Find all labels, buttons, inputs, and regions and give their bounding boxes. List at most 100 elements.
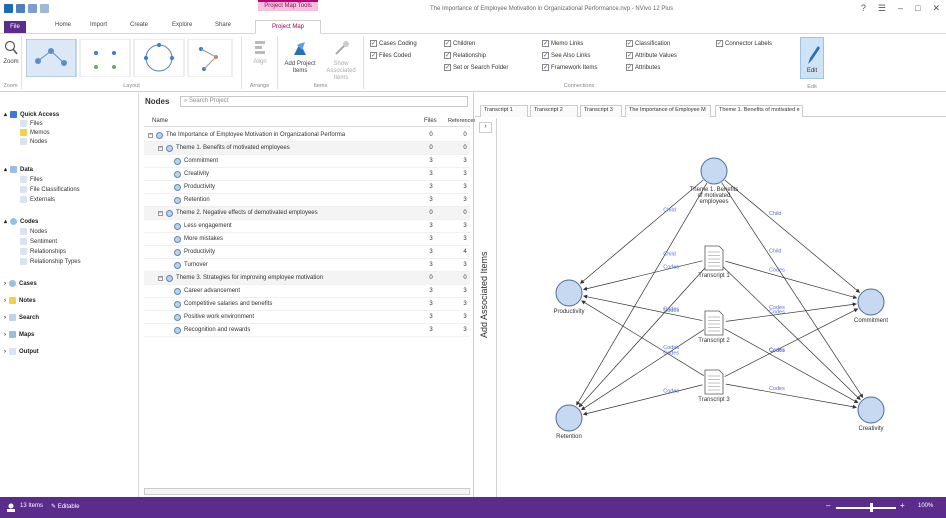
table-row-root[interactable]: – The Importance of Employee Motivation i… <box>144 129 470 142</box>
nav-notes[interactable]: › Notes <box>4 297 36 304</box>
map-connector[interactable] <box>583 294 703 321</box>
nav-qa-memos[interactable]: Memos <box>20 129 50 136</box>
zoom-button[interactable]: Zoom <box>2 40 20 66</box>
minimize-icon[interactable]: – <box>898 3 903 14</box>
table-row[interactable]: More mistakes 3 3 <box>144 233 470 246</box>
add-project-items-button[interactable]: Add Project Items <box>282 40 318 75</box>
table-row[interactable]: Less engagement 3 3 <box>144 220 470 233</box>
memo-links-checkbox[interactable]: ✓ Memo Links <box>542 40 583 47</box>
nav-quick-access[interactable]: ▴ Quick Access <box>4 111 59 118</box>
map-connector[interactable] <box>578 266 707 408</box>
collapse-icon[interactable]: – <box>158 275 163 281</box>
map-connector[interactable] <box>582 384 703 416</box>
map-connector[interactable] <box>725 383 857 409</box>
map-connector[interactable] <box>722 266 861 401</box>
table-row[interactable]: Recognition and rewards 3 3 <box>144 324 470 337</box>
tab-explore[interactable]: Explore <box>172 22 192 28</box>
files-coded-checkbox[interactable]: ✓ Files Coded <box>370 52 411 59</box>
close-icon[interactable]: ✕ <box>932 3 940 14</box>
connector-labels-checkbox[interactable]: ✓ Connector Labels <box>716 40 772 47</box>
collapse-icon[interactable]: – <box>158 210 163 216</box>
set-or-search-folder-checkbox[interactable]: ✓ Set or Search Folder <box>444 64 508 71</box>
zoom-slider[interactable] <box>836 507 896 509</box>
collapse-icon[interactable]: – <box>158 145 163 151</box>
table-row[interactable]: Retention 3 3 <box>144 194 470 207</box>
map-node-productivity[interactable] <box>555 279 583 307</box>
map-document-t1[interactable] <box>704 245 724 271</box>
tab-home[interactable]: Home <box>55 22 71 28</box>
table-row[interactable]: Commitment 3 3 <box>144 155 470 168</box>
col-files-header[interactable]: Files <box>424 118 437 124</box>
nav-data[interactable]: ▴ Data <box>4 166 33 173</box>
map-connector[interactable] <box>724 328 859 404</box>
map-node-commitment[interactable] <box>857 288 885 316</box>
ribbon-display-icon[interactable]: ☰ <box>878 3 886 14</box>
col-name-header[interactable]: Name <box>152 118 168 124</box>
maximize-icon[interactable]: □ <box>915 3 920 14</box>
col-references-header[interactable]: References <box>448 118 476 124</box>
table-row[interactable]: Turnover 3 3 <box>144 259 470 272</box>
save-icon[interactable] <box>16 4 25 13</box>
table-row[interactable]: Productivity 3 3 <box>144 181 470 194</box>
search-project-input[interactable]: ⌕ Search Project <box>180 96 468 107</box>
doc-tab[interactable]: Transcript 1 <box>480 105 528 117</box>
attribute-values-checkbox[interactable]: ✓ Attribute Values <box>626 52 677 59</box>
nav-codes[interactable]: ▴ Codes <box>4 218 38 225</box>
show-associated-items-button[interactable]: Show Associated Items <box>322 40 360 82</box>
tab-import[interactable]: Import <box>90 22 107 28</box>
zoom-in-icon[interactable]: + <box>900 501 905 510</box>
nav-externals[interactable]: Externals <box>20 196 55 203</box>
doc-tab[interactable]: Theme 1. Benefits of motivated e <box>715 105 803 117</box>
redo-icon[interactable] <box>40 4 49 13</box>
zoom-slider-thumb[interactable] <box>870 503 873 512</box>
table-row[interactable]: Career advancement 3 3 <box>144 285 470 298</box>
nav-output[interactable]: › Output <box>4 348 39 355</box>
project-map-canvas[interactable]: ChildChildChild ChildCodesCodesCodes Codes… <box>497 118 946 497</box>
map-connector[interactable] <box>724 179 861 293</box>
classification-checkbox[interactable]: ✓ Classification <box>626 40 670 47</box>
map-connector[interactable] <box>721 182 864 399</box>
nav-sentiment[interactable]: Sentiment <box>20 238 57 245</box>
align-button[interactable]: Align <box>248 40 272 66</box>
nav-qa-files[interactable]: Files <box>20 120 43 127</box>
table-row[interactable]: Creativity 3 3 <box>144 168 470 181</box>
table-row[interactable]: Productivity 3 4 <box>144 246 470 259</box>
map-connector[interactable] <box>579 179 704 284</box>
nav-file-classifications[interactable]: File Classifications <box>20 186 80 193</box>
map-connector[interactable] <box>576 182 708 406</box>
help-icon[interactable]: ? <box>861 3 866 14</box>
tab-file[interactable]: File <box>4 21 26 33</box>
framework-items-checkbox[interactable]: ✓ Framework Items <box>542 64 597 71</box>
table-row[interactable]: Positive work environment 3 3 <box>144 311 470 324</box>
tab-project-map[interactable]: Project Map <box>255 20 321 34</box>
horizontal-scrollbar[interactable] <box>144 488 470 495</box>
nav-relationships[interactable]: Relationships <box>20 248 66 255</box>
doc-tab[interactable]: The Importance of Employee M <box>625 105 711 117</box>
zoom-out-icon[interactable]: – <box>826 501 830 510</box>
layout-gallery[interactable] <box>26 39 236 77</box>
nav-data-files[interactable]: Files <box>20 176 43 183</box>
map-document-t3[interactable] <box>704 369 724 395</box>
map-node-retention[interactable] <box>555 404 583 432</box>
table-row[interactable]: – Theme 1. Benefits of motivated employee… <box>144 142 470 155</box>
expand-arrow-icon[interactable]: › <box>479 122 492 133</box>
nav-maps[interactable]: › Maps <box>4 331 34 338</box>
table-row[interactable]: – Theme 2. Negative effects of demotivate… <box>144 207 470 220</box>
map-connector[interactable] <box>725 260 858 300</box>
tab-create[interactable]: Create <box>130 22 148 28</box>
attributes-checkbox[interactable]: ✓ Attributes <box>626 64 660 71</box>
map-connector[interactable] <box>725 302 857 322</box>
doc-tab[interactable]: Transcript 3 <box>580 105 622 117</box>
map-node-theme[interactable] <box>700 157 728 185</box>
children-checkbox[interactable]: ✓ Children <box>444 40 475 47</box>
table-row[interactable]: – Theme 3. Strategies for improving emplo… <box>144 272 470 285</box>
tab-share[interactable]: Share <box>215 22 231 28</box>
nav-cases[interactable]: › Cases <box>4 280 37 287</box>
see-also-links-checkbox[interactable]: ✓ See Also Links <box>542 52 590 59</box>
nav-search[interactable]: › Search <box>4 314 39 321</box>
nav-relationship-types[interactable]: Relationship Types <box>20 258 81 265</box>
table-row[interactable]: Competitive salaries and benefits 3 3 <box>144 298 470 311</box>
add-associated-items-label[interactable]: Add Associated Items <box>479 220 493 370</box>
doc-tab[interactable]: Transcript 2 <box>530 105 578 117</box>
relationship-checkbox[interactable]: ✓ Relationship <box>444 52 486 59</box>
